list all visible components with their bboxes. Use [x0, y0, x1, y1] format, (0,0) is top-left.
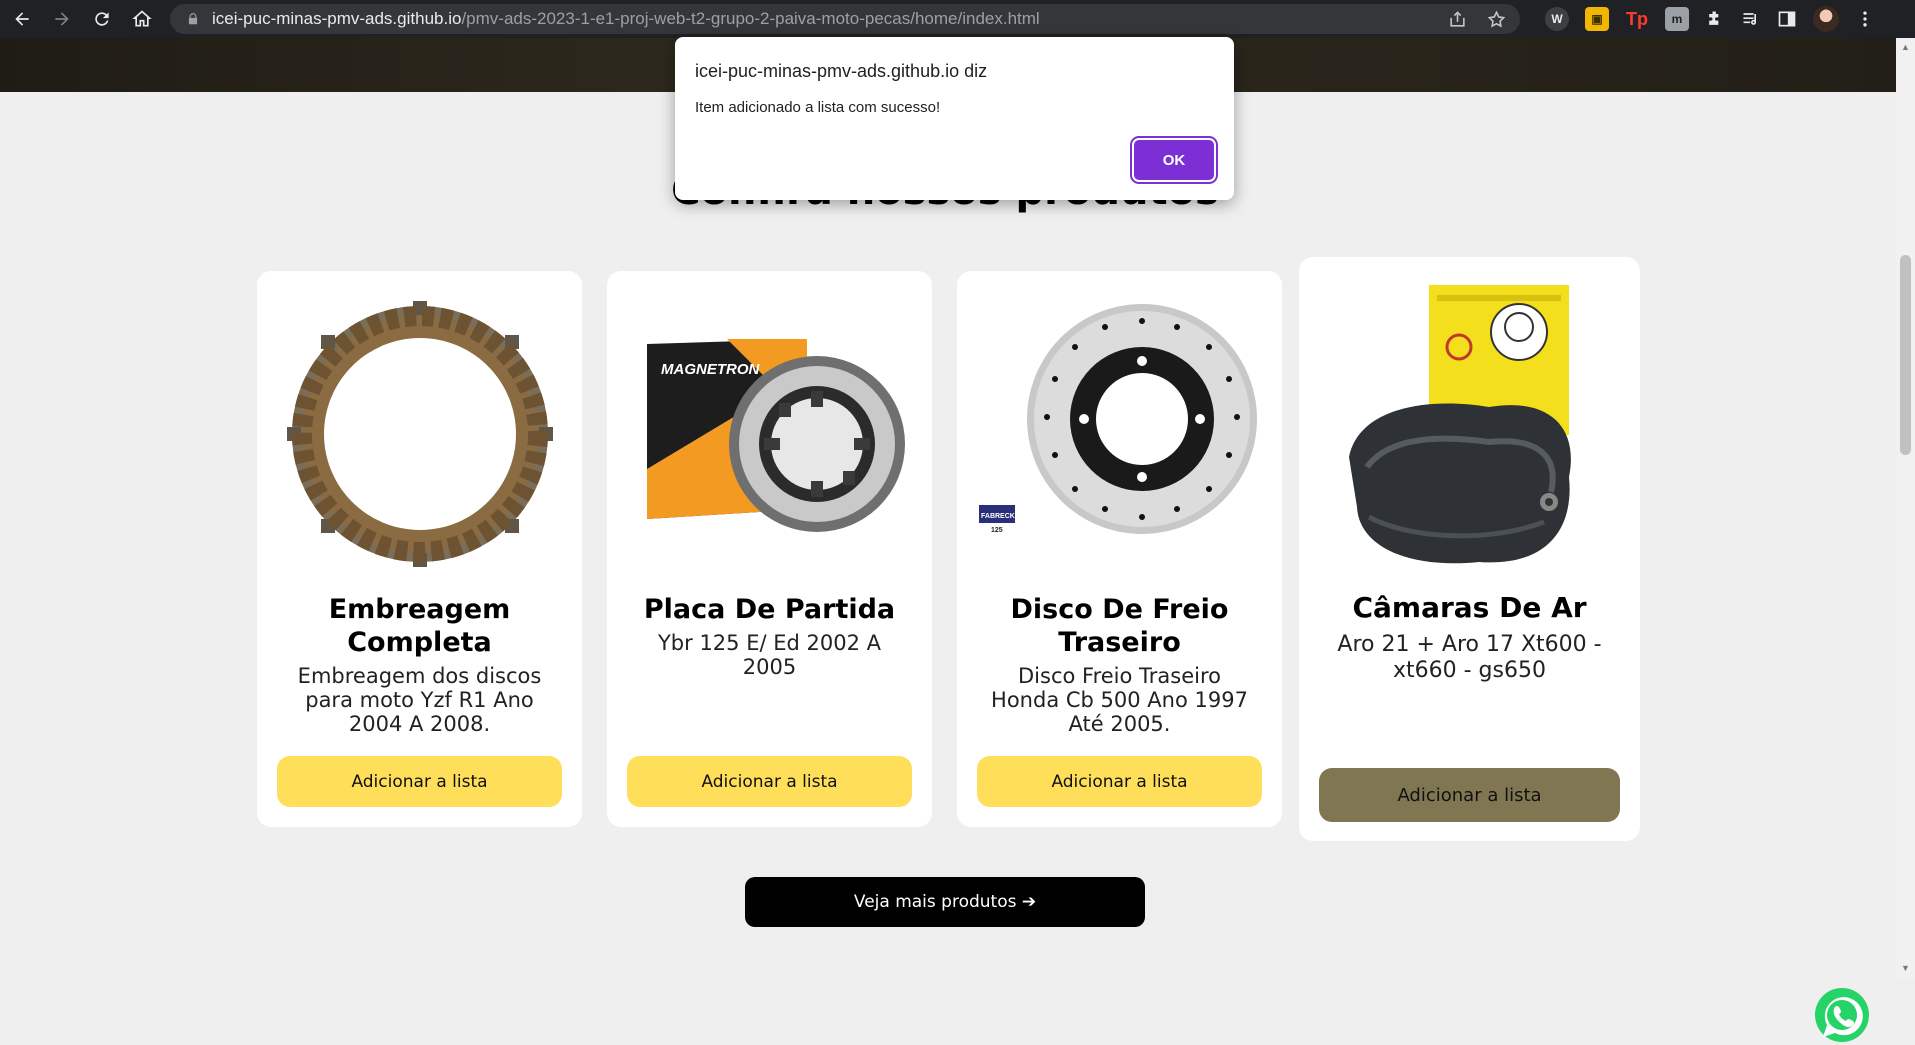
- url-path: /pmv-ads-2023-1-e1-proj-web-t2-grupo-2-p…: [461, 9, 1040, 28]
- home-icon: [132, 10, 152, 27]
- scroll-up-arrow-icon[interactable]: ▲: [1900, 42, 1911, 53]
- product-description: Disco Freio Traseiro Honda Cb 500 Ano 19…: [991, 664, 1248, 736]
- product-name: Embreagem Completa: [328, 594, 511, 658]
- products-section: Confira nossos produtos Embreagem Comple…: [0, 92, 1896, 1042]
- extensions-area: W ▣ Tp m: [1545, 0, 1875, 38]
- sidepanel-icon[interactable]: [1777, 9, 1797, 29]
- product-name: Disco De Freio Traseiro: [1010, 594, 1229, 658]
- add-to-list-button[interactable]: Adicionar a lista: [1319, 768, 1620, 822]
- add-to-list-button[interactable]: Adicionar a lista: [977, 756, 1262, 807]
- see-more-products-button[interactable]: Veja mais produtos ➔: [745, 877, 1145, 927]
- dialog-ok-button[interactable]: OK: [1134, 140, 1214, 180]
- page-scrollbar[interactable]: ▲ ▼: [1896, 38, 1915, 979]
- menu-icon[interactable]: [1855, 9, 1875, 29]
- reload-icon: [95, 12, 109, 26]
- product-card: Embreagem Completa Embreagem dos discos …: [257, 271, 582, 827]
- product-description: Aro 21 + Aro 17 Xt600 - xt660 - gs650: [1337, 632, 1602, 683]
- product-card: FABRECK 125 Disco De Freio Traseiro Disc…: [957, 271, 1282, 827]
- whatsapp-icon[interactable]: [1813, 987, 1871, 1045]
- product-description: Ybr 125 E/ Ed 2002 A 2005: [657, 631, 881, 679]
- product-image-brake-disc: FABRECK 125: [977, 291, 1262, 576]
- extension-folder-icon[interactable]: ▣: [1585, 7, 1609, 31]
- lock-icon: [188, 13, 198, 25]
- disc-logo: FABRECK: [981, 513, 1015, 520]
- address-bar[interactable]: icei-puc-minas-pmv-ads.github.io/pmv-ads…: [170, 4, 1520, 34]
- back-icon: [15, 12, 29, 26]
- extension-m-icon[interactable]: m: [1665, 7, 1689, 31]
- product-image-inner-tube: [1319, 277, 1619, 577]
- share-icon[interactable]: [1448, 10, 1467, 29]
- product-image-clutch: [277, 291, 562, 576]
- extension-w-icon[interactable]: W: [1545, 7, 1569, 31]
- scroll-down-arrow-icon[interactable]: ▼: [1900, 963, 1911, 974]
- extensions-icon[interactable]: [1705, 9, 1725, 29]
- forward-button[interactable]: [42, 0, 82, 38]
- media-icon[interactable]: [1741, 9, 1761, 29]
- star-icon[interactable]: [1487, 10, 1506, 29]
- reload-button[interactable]: [82, 0, 122, 38]
- scrollbar-thumb[interactable]: [1900, 255, 1911, 455]
- alert-dialog: icei-puc-minas-pmv-ads.github.io diz Ite…: [675, 37, 1234, 200]
- extension-tp-icon[interactable]: Tp: [1625, 7, 1649, 31]
- url-text: icei-puc-minas-pmv-ads.github.io/pmv-ads…: [212, 9, 1040, 29]
- product-card: Câmaras De Ar Aro 21 + Aro 17 Xt600 - xt…: [1299, 257, 1640, 841]
- add-to-list-button[interactable]: Adicionar a lista: [277, 756, 562, 807]
- url-host: icei-puc-minas-pmv-ads.github.io: [212, 9, 462, 28]
- product-name: Placa De Partida: [643, 594, 896, 625]
- browser-toolbar: icei-puc-minas-pmv-ads.github.io/pmv-ads…: [0, 0, 1915, 38]
- add-to-list-button[interactable]: Adicionar a lista: [627, 756, 912, 807]
- brand-text: MAGNETRON: [661, 361, 760, 378]
- product-name: Câmaras De Ar: [1352, 591, 1587, 624]
- back-button[interactable]: [2, 0, 42, 38]
- product-description: Embreagem dos discos para moto Yzf R1 An…: [297, 664, 542, 736]
- profile-avatar[interactable]: [1813, 6, 1839, 32]
- home-button[interactable]: [122, 0, 162, 38]
- product-image-starter-plate: MAGNETRON: [627, 291, 912, 576]
- dialog-title: icei-puc-minas-pmv-ads.github.io diz: [695, 61, 988, 81]
- dialog-message: Item adicionado a lista com sucesso!: [695, 99, 941, 116]
- forward-icon: [55, 12, 69, 26]
- product-card: MAGNETRON Placa De Partida Ybr 125 E/ Ed…: [607, 271, 932, 827]
- disc-logo-num: 125: [991, 527, 1003, 534]
